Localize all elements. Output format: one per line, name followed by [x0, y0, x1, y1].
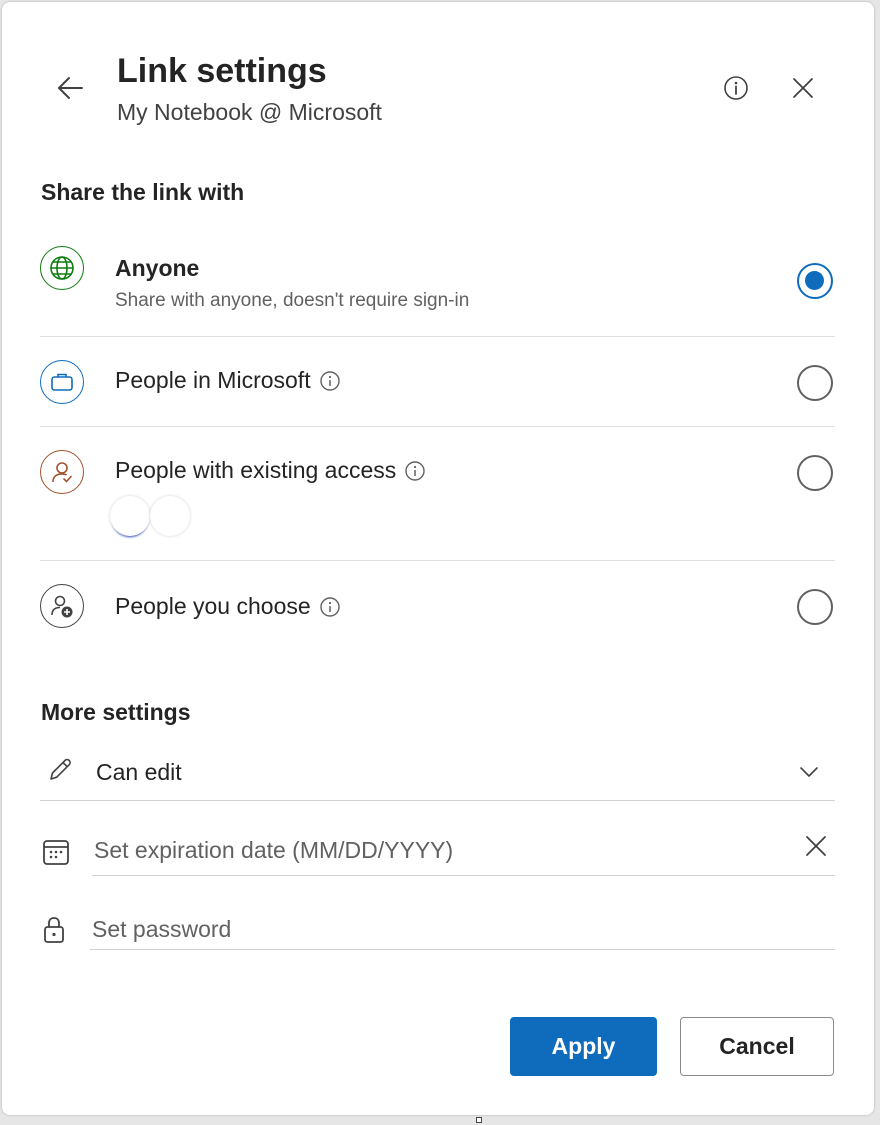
- share-option-existing[interactable]: People with existing access: [40, 428, 835, 560]
- apply-button[interactable]: Apply: [510, 1017, 657, 1076]
- share-option-description: Share with anyone, doesn't require sign-…: [115, 290, 470, 311]
- share-option-choose[interactable]: People you choose: [40, 562, 835, 650]
- radio-existing[interactable]: [797, 455, 833, 491]
- share-option-label: Anyone: [115, 255, 200, 281]
- expiration-date-input[interactable]: Set expiration date (MM/DD/YYYY): [94, 837, 453, 864]
- resize-handle[interactable]: [476, 1117, 482, 1123]
- password-input[interactable]: Set password: [92, 916, 231, 943]
- share-option-label-text: People in Microsoft: [115, 367, 311, 393]
- close-button[interactable]: [783, 68, 823, 108]
- more-settings-heading: More settings: [41, 699, 191, 725]
- radio-anyone[interactable]: [797, 263, 833, 299]
- info-icon: [724, 76, 748, 100]
- share-option-label-text: People with existing access: [115, 457, 397, 483]
- pencil-icon: [50, 758, 71, 780]
- expiration-underline: [92, 875, 835, 876]
- share-option-label: People in Microsoft: [115, 367, 341, 394]
- link-settings-dialog: Link settings My Notebook @ Microsoft Sh…: [2, 2, 874, 1115]
- info-icon[interactable]: [404, 460, 426, 482]
- share-option-label: People with existing access: [115, 457, 426, 484]
- divider: [40, 336, 835, 337]
- clear-expiration-button[interactable]: [798, 828, 834, 864]
- arrow-left-icon: [58, 77, 83, 99]
- dialog-subtitle: My Notebook @ Microsoft: [117, 99, 382, 125]
- close-icon: [806, 836, 826, 856]
- permission-value: Can edit: [96, 759, 182, 785]
- divider: [40, 560, 835, 561]
- lock-icon: [44, 917, 64, 943]
- info-button[interactable]: [716, 68, 756, 108]
- share-section-heading: Share the link with: [41, 179, 245, 205]
- avatar: [150, 496, 190, 536]
- share-option-label: People you choose: [115, 593, 341, 620]
- close-icon: [793, 78, 813, 98]
- share-option-label-text: People you choose: [115, 593, 311, 619]
- globe-icon: [40, 246, 84, 290]
- radio-org[interactable]: [797, 365, 833, 401]
- radio-choose[interactable]: [797, 589, 833, 625]
- person-check-icon: [40, 450, 84, 494]
- divider: [40, 426, 835, 427]
- briefcase-icon: [40, 360, 84, 404]
- back-button[interactable]: [48, 66, 92, 110]
- dialog-title: Link settings: [117, 52, 327, 90]
- cancel-button[interactable]: Cancel: [680, 1017, 834, 1076]
- share-option-anyone[interactable]: Anyone Share with anyone, doesn't requir…: [40, 238, 835, 336]
- info-icon[interactable]: [319, 370, 341, 392]
- avatar: [110, 496, 150, 536]
- info-icon[interactable]: [319, 596, 341, 618]
- chevron-down-icon: [800, 767, 818, 777]
- calendar-icon: [43, 840, 69, 865]
- person-add-icon: [40, 584, 84, 628]
- permission-dropdown[interactable]: Can edit: [40, 748, 835, 800]
- permission-underline: [40, 800, 835, 801]
- share-option-org[interactable]: People in Microsoft: [40, 338, 835, 426]
- password-underline: [90, 949, 835, 950]
